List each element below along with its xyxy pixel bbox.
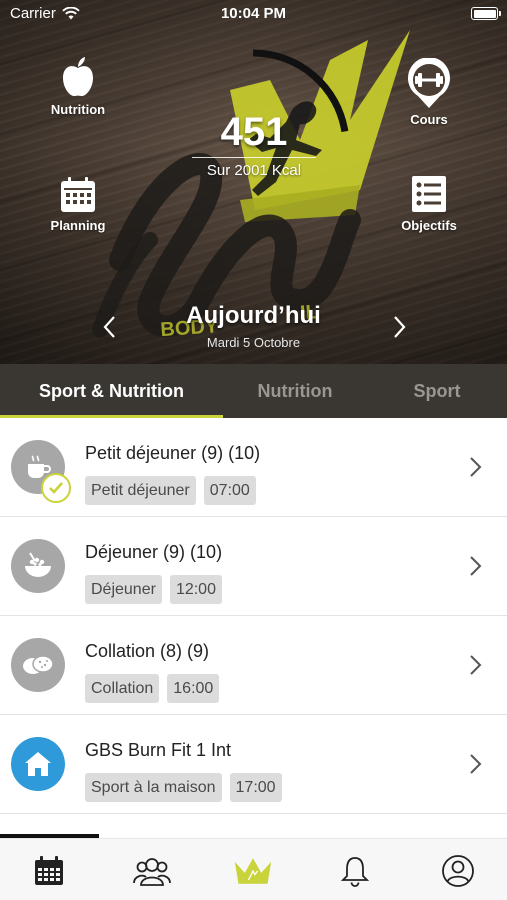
bottom-tab-bar — [0, 838, 507, 900]
item-title: GBS Burn Fit 1 Int — [85, 740, 232, 760]
chevron-right-icon — [470, 556, 482, 576]
list-item[interactable]: GBS Burn Fit 1 Int Sport à la maison 17:… — [0, 715, 507, 814]
day-title: Aujourd’hui — [186, 302, 321, 329]
tabbar-planning[interactable] — [29, 853, 69, 889]
tabbar-home[interactable] — [233, 853, 273, 889]
header-banner: BODY IL Carrier 10:04 PM Nutrition Cours… — [0, 0, 507, 364]
bell-icon — [340, 857, 370, 887]
category-tag: Collation — [85, 674, 160, 703]
tab-nutrition[interactable]: Nutrition — [223, 364, 367, 418]
profile-icon — [442, 855, 474, 887]
time-tag: 12:00 — [169, 575, 222, 604]
list-item[interactable]: Déjeuner (9) (10) Déjeuner 12:00 — [0, 517, 507, 616]
time-tag: 07:00 — [203, 476, 256, 505]
chevron-right-icon — [470, 754, 482, 774]
crown-icon — [234, 858, 272, 884]
group-icon — [133, 858, 171, 886]
chevron-right-icon — [470, 655, 482, 675]
tabbar-community[interactable] — [132, 853, 172, 889]
schedule-list: Petit déjeuner (9) (10) Petit déjeuner 0… — [0, 418, 507, 814]
home-icon — [25, 752, 51, 776]
kcal-counter: 451 Sur 2001 Kcal — [192, 40, 316, 179]
tab-sport[interactable]: Sport — [367, 364, 507, 418]
kcal-value: 451 — [220, 110, 288, 154]
item-title: Petit déjeuner (9) (10) — [85, 443, 261, 463]
list-item[interactable]: Petit déjeuner (9) (10) Petit déjeuner 0… — [0, 418, 507, 517]
tabbar-profile[interactable] — [438, 853, 478, 889]
item-title: Collation (8) (9) — [85, 641, 210, 661]
chevron-right-icon — [470, 457, 482, 477]
calendar-icon — [35, 856, 63, 885]
day-date: Mardi 5 Octobre — [206, 335, 301, 350]
kcal-target: Sur 2001 Kcal — [206, 162, 302, 179]
item-title: Déjeuner (9) (10) — [85, 542, 223, 562]
segment-tabs: Sport & Nutrition Nutrition Sport — [0, 364, 507, 418]
tab-sport-nutrition[interactable]: Sport & Nutrition — [0, 364, 223, 418]
list-item[interactable]: Collation (8) (9) Collation 16:00 — [0, 616, 507, 715]
bowl-icon — [25, 552, 51, 577]
category-tag: Petit déjeuner — [85, 476, 196, 505]
sport-icon-circle — [11, 737, 65, 791]
category-tag: Sport à la maison — [85, 773, 222, 802]
kcal-divider — [192, 157, 316, 158]
time-tag: 16:00 — [167, 674, 220, 703]
completed-check-icon — [41, 473, 71, 503]
category-tag: Déjeuner — [85, 575, 162, 604]
meal-icon-circle — [11, 638, 65, 692]
next-day-button[interactable] — [387, 314, 411, 340]
cookies-icon — [23, 655, 54, 674]
meal-icon-circle — [11, 539, 65, 593]
tabbar-notifications[interactable] — [335, 853, 375, 889]
time-tag: 17:00 — [229, 773, 282, 802]
